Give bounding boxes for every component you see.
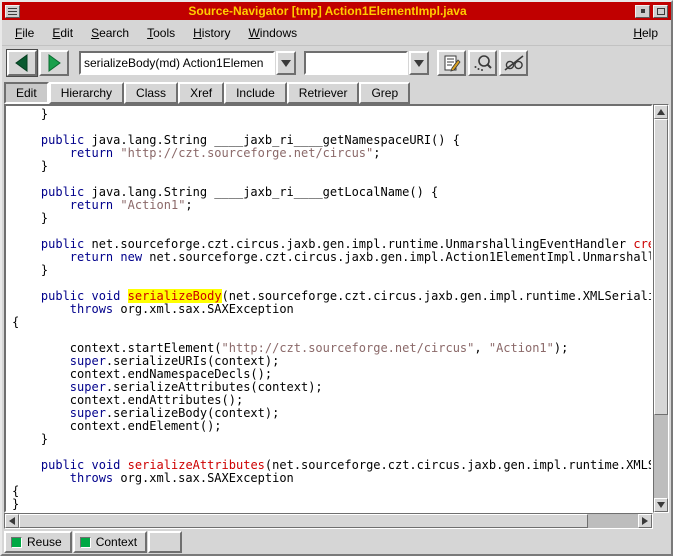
tab-class[interactable]: Class <box>124 82 178 104</box>
arrow-left-icon <box>9 517 15 525</box>
scroll-left-button[interactable] <box>5 514 19 528</box>
minimize-icon[interactable] <box>635 5 650 18</box>
symbol-combo: serializeBody(md) Action1Elemen <box>79 51 296 75</box>
code-line: throws org.xml.sax.SAXException <box>12 303 651 316</box>
tab-bar: EditHierarchyClassXrefIncludeRetrieverGr… <box>2 80 671 104</box>
tab-retriever[interactable]: Retriever <box>287 82 360 104</box>
horizontal-scrollbar[interactable] <box>4 513 653 529</box>
code-line: } <box>12 160 651 173</box>
toolbar: serializeBody(md) Action1Elemen <box>2 46 671 80</box>
menu-edit[interactable]: Edit <box>43 23 82 43</box>
arrow-down-icon <box>657 502 665 508</box>
chevron-down-icon <box>414 60 424 67</box>
code-line: } <box>12 212 651 225</box>
code-line: { <box>12 485 651 498</box>
search-combo-input[interactable] <box>304 51 408 75</box>
vertical-scrollbar[interactable] <box>653 104 669 513</box>
code-line: } <box>12 498 651 511</box>
window-menu-icon[interactable] <box>5 5 20 18</box>
status-filler <box>183 531 669 553</box>
code-line: } <box>12 433 651 446</box>
code-line: } <box>12 264 651 277</box>
editor-region: } public java.lang.String ____jaxb_ri___… <box>2 104 671 529</box>
menu-bar-items: FileEditSearchToolsHistoryWindows <box>6 23 624 43</box>
document-pencil-icon <box>442 53 462 73</box>
code-line: } <box>12 108 651 121</box>
code-line: return "Action1"; <box>12 199 651 212</box>
menu-search[interactable]: Search <box>82 23 138 43</box>
forward-button[interactable] <box>39 50 69 76</box>
editor-button[interactable] <box>437 50 466 76</box>
tab-grep[interactable]: Grep <box>359 82 410 104</box>
code-line: { <box>12 316 651 329</box>
code-line: throws org.xml.sax.SAXException <box>12 472 651 485</box>
scroll-down-button[interactable] <box>654 498 668 512</box>
tab-xref[interactable]: Xref <box>178 82 224 104</box>
minimize-glyph <box>641 9 645 13</box>
tab-edit[interactable]: Edit <box>4 82 49 104</box>
magnifier-icon <box>473 53 493 73</box>
scrollbar-corner <box>653 513 669 529</box>
hscroll-trough[interactable] <box>19 514 638 528</box>
hscroll-thumb[interactable] <box>19 514 588 528</box>
menu-tools[interactable]: Tools <box>138 23 184 43</box>
context-led-icon <box>80 537 91 548</box>
code-line: context.endElement(); <box>12 420 651 433</box>
search-combo-dropdown[interactable] <box>409 51 429 75</box>
symbol-combo-input[interactable]: serializeBody(md) Action1Elemen <box>79 51 275 75</box>
maximize-icon[interactable] <box>653 5 668 18</box>
forward-arrow-icon <box>43 52 65 74</box>
code-line: return new net.sourceforge.czt.circus.ja… <box>12 251 651 264</box>
arrow-right-icon <box>642 517 648 525</box>
back-arrow-icon <box>11 52 33 74</box>
reuse-label: Reuse <box>27 535 62 549</box>
maximize-glyph <box>657 8 665 15</box>
status-pad <box>148 531 182 553</box>
menu-history[interactable]: History <box>184 23 239 43</box>
reuse-toggle[interactable]: Reuse <box>4 531 72 553</box>
menu-help[interactable]: Help <box>624 23 667 43</box>
context-toggle[interactable]: Context <box>73 531 147 553</box>
chevron-down-icon <box>281 60 291 67</box>
editor-frame: } public java.lang.String ____jaxb_ri___… <box>4 104 653 513</box>
status-bar: Reuse Context <box>2 529 671 555</box>
menu-windows[interactable]: Windows <box>239 23 306 43</box>
symbol-combo-dropdown[interactable] <box>276 51 296 75</box>
title-bar[interactable]: Source-Navigator [tmp] Action1ElementImp… <box>2 2 671 20</box>
tab-include[interactable]: Include <box>224 82 287 104</box>
app-window: Source-Navigator [tmp] Action1ElementImp… <box>0 0 673 556</box>
menu-lines-icon <box>8 8 17 15</box>
window-title: Source-Navigator [tmp] Action1ElementImp… <box>20 2 635 20</box>
menu-bar: FileEditSearchToolsHistoryWindows Help <box>2 20 671 46</box>
scroll-right-button[interactable] <box>638 514 652 528</box>
search-combo <box>304 51 429 75</box>
browse-button[interactable] <box>499 50 528 76</box>
menu-file[interactable]: File <box>6 23 43 43</box>
search-button[interactable] <box>468 50 497 76</box>
arrow-up-icon <box>657 109 665 115</box>
reuse-led-icon <box>11 537 22 548</box>
vscroll-trough[interactable] <box>654 119 668 498</box>
code-area[interactable]: } public java.lang.String ____jaxb_ri___… <box>6 106 651 511</box>
scroll-up-button[interactable] <box>654 105 668 119</box>
context-label: Context <box>96 535 137 549</box>
back-button[interactable] <box>7 50 37 76</box>
vscroll-thumb[interactable] <box>654 119 668 415</box>
tab-hierarchy[interactable]: Hierarchy <box>49 82 124 104</box>
eyeglasses-icon <box>503 53 525 73</box>
code-line: return "http://czt.sourceforge.net/circu… <box>12 147 651 160</box>
